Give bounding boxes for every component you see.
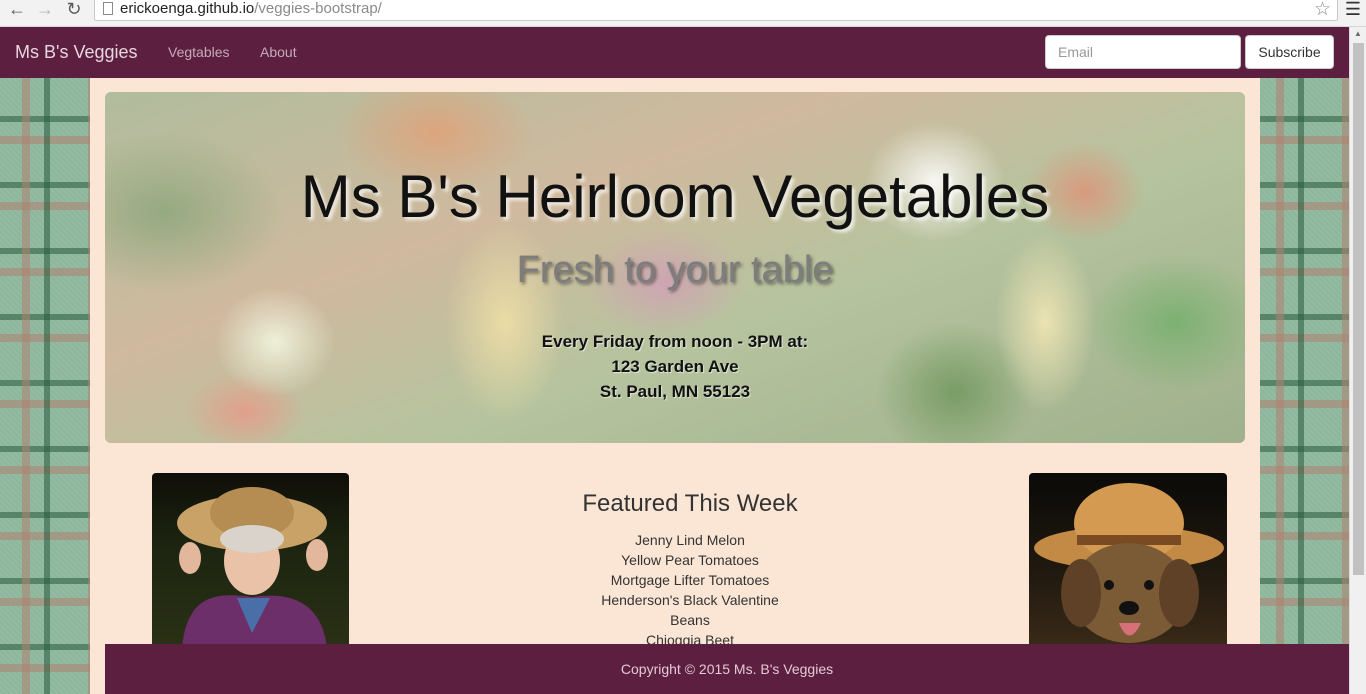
brand-link[interactable]: Ms B's Veggies	[15, 42, 138, 63]
featured-item: Henderson's Black Valentine	[601, 592, 779, 608]
site-navbar: Ms B's Veggies Vegtables About Subscribe	[0, 27, 1349, 78]
hero-title: Ms B's Heirloom Vegetables	[300, 163, 1050, 230]
forward-arrow-icon[interactable]: →	[32, 0, 58, 20]
market-schedule: Every Friday from noon - 3PM at:	[541, 332, 809, 351]
url-host: erickoenga.github.io	[120, 0, 255, 17]
address-bar[interactable]: erickoenga.github.io/veggies-bootstrap/ …	[94, 0, 1338, 21]
market-info: Every Friday from noon - 3PM at: 123 Gar…	[105, 329, 1245, 404]
url-text: erickoenga.github.io/veggies-bootstrap/	[120, 0, 382, 17]
scroll-up-arrow-icon[interactable]: ▲	[1354, 29, 1362, 38]
url-path: /veggies-bootstrap/	[254, 0, 382, 17]
star-icon[interactable]: ☆	[1314, 0, 1331, 21]
featured-item: Beans	[670, 612, 710, 628]
dog-photo	[1029, 473, 1227, 648]
featured-title: Featured This Week	[582, 490, 798, 517]
back-arrow-icon[interactable]: ←	[4, 0, 30, 20]
hero-subtitle: Fresh to your table	[516, 249, 834, 291]
page-icon	[103, 2, 113, 15]
subscribe-button[interactable]: Subscribe	[1245, 35, 1334, 69]
hero-banner: Ms B's Heirloom Vegetables Fresh to your…	[105, 92, 1245, 443]
dog-photo-art	[1034, 483, 1224, 643]
featured-item: Jenny Lind Melon	[635, 532, 745, 548]
scroll-thumb[interactable]	[1353, 43, 1364, 575]
woman-photo-art	[177, 487, 328, 648]
main-container: Ms B's Heirloom Vegetables Fresh to your…	[90, 78, 1260, 694]
featured-item: Yellow Pear Tomatoes	[621, 552, 759, 568]
copyright-text: Copyright © 2015 Ms. B's Veggies	[620, 661, 834, 677]
reload-icon[interactable]: ↻	[61, 0, 87, 20]
page-scrollbar[interactable]: ▲	[1349, 27, 1366, 694]
market-street: 123 Garden Ave	[611, 357, 739, 376]
featured-item: Mortgage Lifter Tomatoes	[610, 572, 770, 588]
menu-icon[interactable]: ☰	[1345, 0, 1361, 20]
nav-link-about[interactable]: About	[260, 44, 297, 60]
featured-list: Jenny Lind Melon Yellow Pear Tomatoes Mo…	[490, 530, 890, 650]
browser-toolbar: ← → ↻ erickoenga.github.io/veggies-boots…	[0, 0, 1366, 27]
woman-photo	[152, 473, 349, 648]
email-field[interactable]	[1045, 35, 1241, 69]
market-city: St. Paul, MN 55123	[599, 382, 751, 401]
nav-link-vegetables[interactable]: Vegtables	[168, 44, 230, 60]
site-footer: Copyright © 2015 Ms. B's Veggies	[105, 644, 1349, 694]
